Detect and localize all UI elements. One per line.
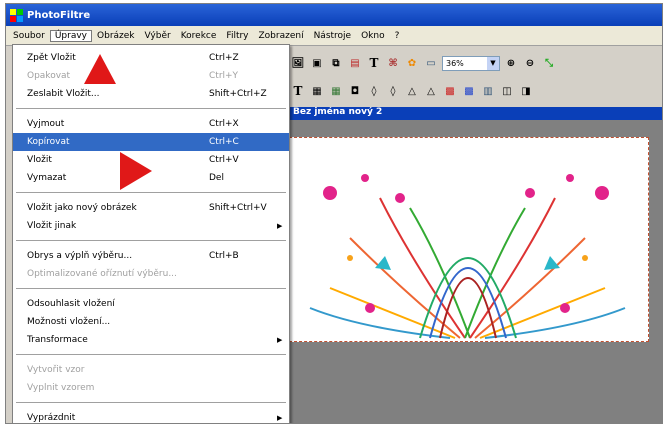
annotation-overlay bbox=[84, 54, 152, 190]
red-arrow-right-icon bbox=[120, 152, 152, 190]
red-arrow-up-icon bbox=[84, 54, 116, 84]
